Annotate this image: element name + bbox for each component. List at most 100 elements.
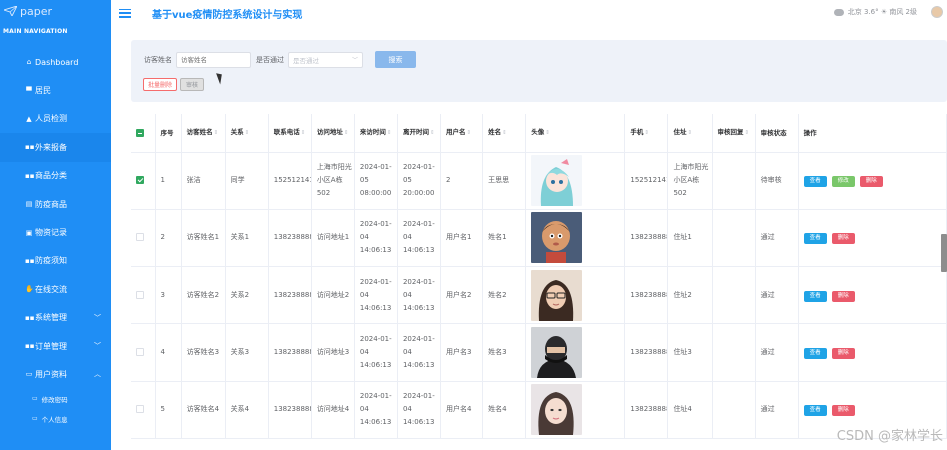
view-button[interactable]: 查看 <box>803 405 827 417</box>
sidebar-item-8[interactable]: ✋ 在线交流 <box>0 275 111 303</box>
column-header[interactable]: 用户名⇕ <box>440 114 484 153</box>
sort-icon[interactable]: ⇕ <box>430 130 435 136</box>
column-header[interactable]: 头像⇕ <box>525 114 626 153</box>
sort-icon[interactable]: ⇕ <box>344 130 349 136</box>
sort-icon[interactable]: ⇕ <box>245 130 250 136</box>
table-header-row: 序号 访客姓名⇕ 关系⇕ 联系电话⇕ 访问地址⇕ 来访时间⇕ 离开时间⇕ 用户名⇕ 姓名⇕ 头像⇕… <box>131 114 947 153</box>
search-button[interactable]: 搜索 <box>375 51 416 68</box>
column-header[interactable]: 住址⇕ <box>667 114 713 153</box>
table-row[interactable]: 5访客姓名4关系413823888884访问地址42024-01-04 14:0… <box>131 381 947 439</box>
column-header[interactable]: 来访时间⇕ <box>354 114 398 153</box>
user-avatar[interactable] <box>931 6 943 18</box>
edit-button[interactable]: 修改 <box>831 176 855 188</box>
sidebar-item-1[interactable]: ▀ 居民 <box>0 76 111 104</box>
sidebar-item-10[interactable]: ▪▪ 订单管理 ﹀ <box>0 332 111 360</box>
table-row[interactable]: 4访客姓名3关系313823888883访问地址32024-01-04 14:0… <box>131 323 947 382</box>
box-icon: ▣ <box>25 228 33 237</box>
cell-username: 用户名1 <box>440 209 484 268</box>
sidebar-item-4[interactable]: ▪▪ 商品分类 <box>0 162 111 190</box>
sub-nav-item-1[interactable]: ▭ 个人信息 <box>0 409 111 429</box>
batch-delete-button[interactable]: 批量删除 <box>143 78 178 91</box>
delete-button[interactable]: 删除 <box>831 290 855 302</box>
sidebar-item-5[interactable]: ▤ 防疫商品 <box>0 190 111 218</box>
sort-icon[interactable]: ⇕ <box>301 130 306 136</box>
table-row[interactable]: 2访客姓名1关系113823888881访问地址12024-01-04 14:0… <box>131 209 947 268</box>
avatar <box>531 269 583 321</box>
delete-button[interactable]: 删除 <box>831 348 855 360</box>
cell-leave: 2024-01-04 14:06:13 <box>397 266 442 325</box>
column-header[interactable]: 关系⇕ <box>225 114 269 153</box>
row-checkbox[interactable] <box>136 290 144 299</box>
column-header[interactable]: 序号 <box>155 114 182 153</box>
sidebar-item-3[interactable]: ▪▪ 外来报备 <box>0 133 121 162</box>
column-header[interactable]: 离开时间⇕ <box>397 114 442 153</box>
avatar <box>531 384 583 436</box>
sidebar-item-0[interactable]: ⌂ Dashboard <box>0 48 111 76</box>
delete-button[interactable]: 删除 <box>859 176 883 188</box>
cell-arrive: 2024-01-04 14:06:13 <box>354 381 398 439</box>
cell-arrive: 2024-01-04 14:06:13 <box>354 209 398 268</box>
table-row[interactable]: 3访客姓名2关系213823888882访问地址22024-01-04 14:0… <box>131 266 947 325</box>
column-header[interactable]: 审核回复⇕ <box>712 114 756 153</box>
pass-status-select[interactable]: 是否通过 ﹀ <box>288 51 363 68</box>
view-button[interactable]: 查看 <box>803 176 827 188</box>
sidebar-item-9[interactable]: ▪▪ 系统管理 ﹀ <box>0 304 111 332</box>
column-header[interactable]: 访客姓名⇕ <box>181 114 226 153</box>
sort-icon[interactable]: ⇕ <box>214 130 219 136</box>
column-header-label: 住址 <box>673 128 687 137</box>
row-checkbox[interactable] <box>136 405 144 414</box>
chevron-down-icon: ﹀ <box>351 57 358 64</box>
delete-button[interactable]: 删除 <box>831 233 855 245</box>
column-header[interactable]: 访问地址⇕ <box>311 114 355 153</box>
cell-index: 2 <box>155 209 182 268</box>
sort-icon[interactable]: ⇕ <box>545 130 550 136</box>
view-button[interactable]: 查看 <box>803 233 827 245</box>
column-header-label: 离开时间 <box>402 128 429 137</box>
grid-icon: ▪▪ <box>25 256 35 265</box>
sidebar-item-11[interactable]: ▭ 用户资料 ︿ <box>0 360 111 388</box>
column-header[interactable]: 审核状态 <box>755 114 799 153</box>
delete-button[interactable]: 删除 <box>831 405 855 417</box>
column-header[interactable]: 姓名⇕ <box>482 114 527 153</box>
cell-leave: 2024-01-04 14:06:13 <box>397 323 442 382</box>
sort-icon[interactable]: ⇕ <box>644 130 649 136</box>
column-header[interactable]: 操作 <box>798 114 947 153</box>
sort-icon[interactable]: ⇕ <box>387 130 392 136</box>
cell-name: 姓名2 <box>482 266 527 325</box>
sort-icon[interactable]: ⇕ <box>687 130 692 136</box>
logo[interactable]: paper <box>0 0 111 22</box>
sort-icon[interactable]: ⇕ <box>502 130 507 136</box>
row-select-cell <box>131 209 156 268</box>
view-button[interactable]: 查看 <box>803 348 827 360</box>
sidebar-item-2[interactable]: ▲ 人员检测 <box>0 105 111 133</box>
cell-mobile: 15251214121 <box>624 152 669 210</box>
sort-icon[interactable]: ⇕ <box>745 130 750 136</box>
menu-toggle-icon[interactable] <box>119 8 131 18</box>
column-header[interactable]: 联系电话⇕ <box>268 114 312 153</box>
vertical-scrollbar[interactable] <box>941 234 947 272</box>
cell-username: 用户名3 <box>440 323 484 382</box>
cell-home: 住址3 <box>667 323 713 382</box>
column-header-label: 审核状态 <box>760 128 787 137</box>
row-select-cell <box>131 381 156 439</box>
column-header[interactable]: 手机⇕ <box>624 114 669 153</box>
table-row[interactable]: 1张洁同学15251214121上海市阳光小区A栋5022024-01-05 0… <box>131 152 947 210</box>
cell-leave: 2024-01-05 20:00:00 <box>397 152 442 210</box>
hand-icon: ✋ <box>25 285 34 294</box>
weather-text: 北京 3.6° ☀ 南风 2级 <box>847 8 917 16</box>
view-button[interactable]: 查看 <box>803 290 827 302</box>
cell-phone: 13823888882 <box>268 266 312 325</box>
nav-list: ⌂ Dashboard ▀ 居民 ▲ 人员检测 ▪▪ 外来报备 ▪▪ 商品分类 ▤ 防疫商品 ▣ 物资记录… <box>0 48 121 389</box>
sidebar-item-7[interactable]: ▪▪ 防疫须知 <box>0 247 111 275</box>
audit-button[interactable]: 审核 <box>180 78 205 91</box>
sort-icon[interactable]: ⇕ <box>467 130 472 136</box>
cell-name: 姓名3 <box>482 323 527 382</box>
visitor-name-input[interactable] <box>176 51 251 68</box>
sub-nav-item-0[interactable]: ▭ 修改密码 <box>0 389 111 409</box>
sidebar-item-6[interactable]: ▣ 物资记录 <box>0 218 111 246</box>
select-all-checkbox[interactable] <box>136 128 144 137</box>
cell-relation: 关系2 <box>225 266 269 325</box>
row-checkbox[interactable] <box>136 348 144 357</box>
row-checkbox[interactable] <box>136 176 144 185</box>
row-checkbox[interactable] <box>136 233 144 242</box>
